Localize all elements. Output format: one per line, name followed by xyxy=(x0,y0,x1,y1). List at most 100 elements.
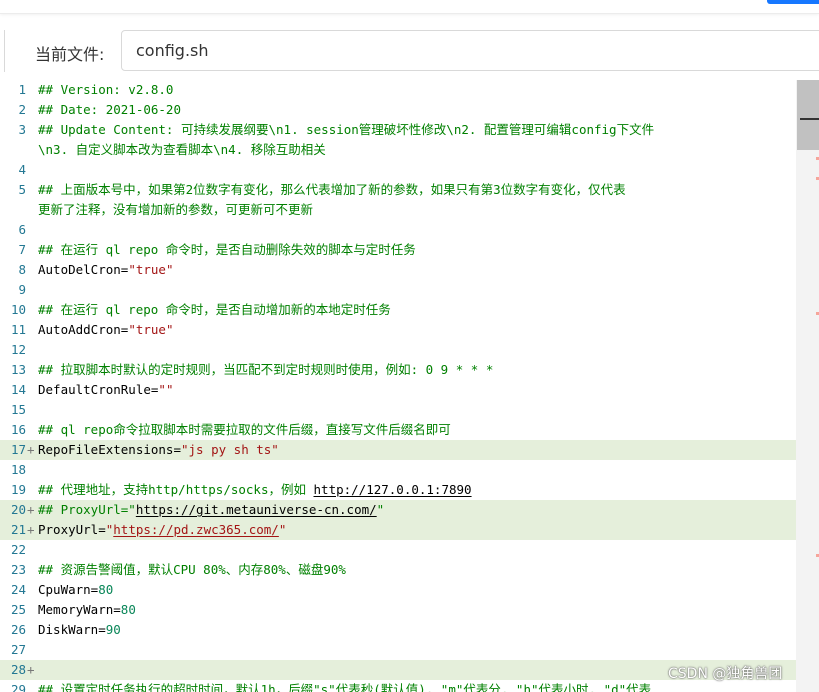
code-line[interactable]: 12 xyxy=(0,340,814,360)
line-number: 15 xyxy=(10,402,26,417)
code-line[interactable]: 19 ## 代理地址，支持http/https/socks，例如 http://1… xyxy=(0,480,814,500)
line-number: 17 xyxy=(10,442,26,457)
code-line[interactable]: 21 + ProxyUrl="https://pd.zwc365.com/" xyxy=(0,520,814,540)
line-number: 12 xyxy=(10,342,26,357)
code-line[interactable]: 23 ## 资源告警阈值，默认CPU 80%、内存80%、磁盘90% xyxy=(0,560,814,580)
line-number: 21 xyxy=(10,522,26,537)
code-token: DiskWarn= xyxy=(38,622,106,637)
line-code: DiskWarn=90 xyxy=(38,620,121,640)
code-line[interactable]: 18 xyxy=(0,460,814,480)
code-line[interactable]: 5 ## 上面版本号中，如果第2位数字有变化，那么代表增加了新的参数，如果只有第3… xyxy=(0,180,814,200)
code-line[interactable]: 10 ## 在运行 ql repo 命令时，是否自动增加新的本地定时任务 xyxy=(0,300,814,320)
code-line[interactable]: 14 DefaultCronRule="" xyxy=(0,380,814,400)
line-number: 10 xyxy=(10,302,26,317)
current-file-label: 当前文件: xyxy=(35,45,105,64)
code-token: ## Date: 2021-06-20 xyxy=(38,102,181,117)
code-line[interactable]: 13 ## 拉取脚本时默认的定时规则，当匹配不到定时规则时使用，例如: 0 9 *… xyxy=(0,360,814,380)
code-line[interactable]: 17 + RepoFileExtensions="js py sh ts" xyxy=(0,440,814,460)
code-line[interactable]: 20 + ## ProxyUrl="https://git.metauniverse… xyxy=(0,500,814,520)
line-code: ## 在运行 ql repo 命令时，是否自动增加新的本地定时任务 xyxy=(38,300,391,320)
code-token: ## 代理地址，支持http/https/socks，例如 xyxy=(38,482,314,497)
code-line[interactable]: 27 xyxy=(0,640,814,660)
line-code: CpuWarn=80 xyxy=(38,580,113,600)
code-token: ## 在运行 ql repo 命令时，是否自动增加新的本地定时任务 xyxy=(38,302,391,317)
code-token: 更新了注释，没有增加新的参数，可更新可不更新 xyxy=(38,202,314,217)
line-number: 24 xyxy=(10,582,26,597)
line-number: 4 xyxy=(18,162,26,177)
diff-added-icon: + xyxy=(27,502,35,517)
code-line[interactable]: 24 CpuWarn=80 xyxy=(0,580,814,600)
code-editor[interactable]: 1 ## Version: v2.8.0 2 ## Date: 2021-06-20 3… xyxy=(0,80,819,692)
code-token: DefaultCronRule= xyxy=(38,382,159,397)
code-line[interactable]: 7 ## 在运行 ql repo 命令时，是否自动删除失效的脚本与定时任务 xyxy=(0,240,814,260)
line-number: 20 xyxy=(10,502,26,517)
line-number: 27 xyxy=(10,642,26,657)
code-token: " xyxy=(376,502,385,517)
code-token: ## Update Content: 可持续发展纲要\n1. session管理… xyxy=(38,122,655,137)
code-line[interactable]: 更新了注释，没有增加新的参数，可更新可不更新 xyxy=(0,200,814,220)
sidebar-edge xyxy=(0,30,5,72)
line-code: ## 设置定时任务执行的超时时间，默认1h，后缀"s"代表秒(默认值), "m"… xyxy=(38,680,651,692)
watermark: CSDN @独角兽团 xyxy=(668,666,783,682)
line-number: 22 xyxy=(10,542,26,557)
code-token: ## 在运行 ql repo 命令时，是否自动删除失效的脚本与定时任务 xyxy=(38,242,416,257)
code-line[interactable]: 8 AutoDelCron="true" xyxy=(0,260,814,280)
code-token: "js py sh ts" xyxy=(181,442,279,457)
code-token: CpuWarn= xyxy=(38,582,99,597)
primary-action-button[interactable] xyxy=(767,0,819,4)
code-line[interactable]: 1 ## Version: v2.8.0 xyxy=(0,80,814,100)
line-code: RepoFileExtensions="js py sh ts" xyxy=(38,440,279,460)
code-line[interactable]: 11 AutoAddCron="true" xyxy=(0,320,814,340)
current-file-field[interactable]: config.sh xyxy=(121,30,819,71)
code-line[interactable]: 2 ## Date: 2021-06-20 xyxy=(0,100,814,120)
code-token: "true" xyxy=(128,262,174,277)
file-bar: 当前文件: config.sh xyxy=(0,30,819,72)
code-line[interactable]: 15 xyxy=(0,400,814,420)
diff-added-icon: + xyxy=(27,522,35,537)
code-token: ## 拉取脚本时默认的定时规则，当匹配不到定时规则时使用，例如: 0 9 * *… xyxy=(38,362,494,377)
diff-added-icon: + xyxy=(27,442,35,457)
code-token: "" xyxy=(158,382,174,397)
code-line[interactable]: 22 xyxy=(0,540,814,560)
code-token: https://git.metauniverse-cn.com/ xyxy=(135,502,377,517)
code-token: "true" xyxy=(128,322,174,337)
line-number: 14 xyxy=(10,382,26,397)
line-code: ## 代理地址，支持http/https/socks，例如 http://127… xyxy=(38,480,472,500)
code-token: AutoAddCron= xyxy=(38,322,129,337)
code-token: \n3. 自定义脚本改为查看脚本\n4. 移除互助相关 xyxy=(38,142,326,157)
code-token: 80 xyxy=(98,582,114,597)
vertical-scrollbar-thumb[interactable] xyxy=(797,80,819,150)
code-token: ## 资源告警阈值，默认CPU 80%、内存80%、磁盘90% xyxy=(38,562,346,577)
line-code: MemoryWarn=80 xyxy=(38,600,136,620)
code-line[interactable]: 6 xyxy=(0,220,814,240)
line-number: 25 xyxy=(10,602,26,617)
line-code: ## Version: v2.8.0 xyxy=(38,80,173,100)
code-token: 80 xyxy=(120,602,136,617)
line-number: 26 xyxy=(10,622,26,637)
diff-added-icon: + xyxy=(27,662,35,677)
top-toolbar xyxy=(0,0,819,14)
line-number: 8 xyxy=(18,262,26,277)
code-token: ## ql repo命令拉取脚本时需要拉取的文件后缀，直接写文件后缀名即可 xyxy=(38,422,451,437)
code-token: ## Version: v2.8.0 xyxy=(38,82,174,97)
code-token: AutoDelCron= xyxy=(38,262,129,277)
code-line[interactable]: 25 MemoryWarn=80 xyxy=(0,600,814,620)
code-line[interactable]: 26 DiskWarn=90 xyxy=(0,620,814,640)
line-number: 19 xyxy=(10,482,26,497)
line-number: 2 xyxy=(18,102,26,117)
vertical-scrollbar-track[interactable] xyxy=(796,80,819,692)
code-token: RepoFileExtensions= xyxy=(38,442,181,457)
line-code: ## 资源告警阈值，默认CPU 80%、内存80%、磁盘90% xyxy=(38,560,346,580)
code-token: 90 xyxy=(105,622,121,637)
code-token: ProxyUrl= xyxy=(38,522,106,537)
code-line[interactable]: 9 xyxy=(0,280,814,300)
line-number: 7 xyxy=(18,242,26,257)
line-number: 28 xyxy=(10,662,26,677)
code-line[interactable]: \n3. 自定义脚本改为查看脚本\n4. 移除互助相关 xyxy=(0,140,814,160)
code-line[interactable]: 4 xyxy=(0,160,814,180)
line-code: ## ql repo命令拉取脚本时需要拉取的文件后缀，直接写文件后缀名即可 xyxy=(38,420,451,440)
code-line[interactable]: 16 ## ql repo命令拉取脚本时需要拉取的文件后缀，直接写文件后缀名即可 xyxy=(0,420,814,440)
code-line[interactable]: 3 ## Update Content: 可持续发展纲要\n1. session管… xyxy=(0,120,814,140)
line-code: ## ProxyUrl="https://git.metauniverse-cn… xyxy=(38,500,384,520)
line-code: DefaultCronRule="" xyxy=(38,380,173,400)
